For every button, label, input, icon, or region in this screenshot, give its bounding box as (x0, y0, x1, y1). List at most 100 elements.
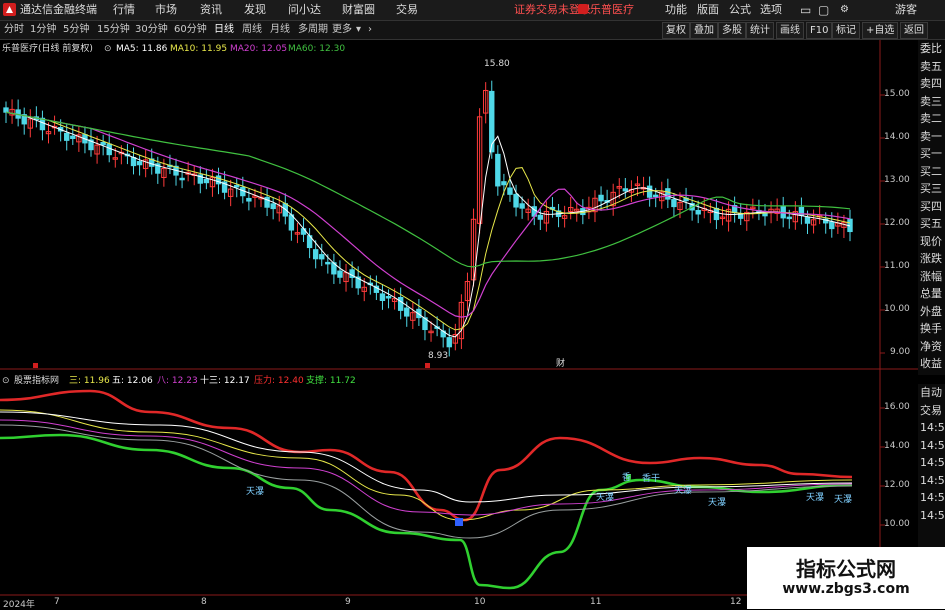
finance-marker[interactable]: 财 (556, 358, 565, 370)
chevron-right-icon[interactable]: › (368, 21, 372, 39)
kline-chart-canvas[interactable] (0, 40, 918, 609)
menu-quotes[interactable]: 行情 (113, 0, 135, 20)
candle-body (446, 337, 452, 348)
ma60-legend: MA60: 12.30 (288, 44, 346, 54)
indicator-name: 股票指标网 (14, 376, 60, 386)
watermark-url: www.zbgs3.com (782, 581, 910, 597)
f10-button[interactable]: F10 (806, 22, 833, 39)
date-tick: 9 (345, 597, 351, 607)
ma60-line (5, 111, 851, 268)
high-price-label: 15.80 (484, 59, 510, 69)
side-panel-item: 自动 (920, 386, 942, 399)
event-marker-icon[interactable] (33, 363, 38, 368)
tab-monthly[interactable]: 月线 (270, 21, 290, 39)
quote-side-panel: 委比 卖五 卖四 卖三 卖二 卖一 买一 买二 买三 买四 买五 现价 涨跌 涨幅 总量 外盘 换手 净资 收益 (918, 40, 945, 375)
menu-function[interactable]: 功能 (665, 0, 687, 20)
ma5-legend: MA5: 11.86 (116, 44, 168, 54)
menu-formula[interactable]: 公式 (729, 0, 751, 20)
indicator-13-legend: 十三: 12.17 (200, 376, 250, 386)
candle-body (495, 153, 501, 187)
menu-wealth[interactable]: 财富圈 (342, 0, 375, 20)
ma5-name: MA5 (116, 44, 136, 54)
menu-ask[interactable]: 问小达 (288, 0, 321, 20)
tab-1min[interactable]: 1分钟 (30, 21, 56, 39)
candle-body (713, 207, 720, 221)
tab-15min[interactable]: 15分钟 (97, 21, 130, 39)
candle-body (312, 249, 319, 260)
guest-label[interactable]: 游客 (895, 0, 917, 20)
period-toolbar: 分时 1分钟 5分钟 15分钟 30分钟 60分钟 日线 周线 月线 多周期 更… (0, 21, 945, 40)
moving-average-lines (5, 111, 851, 338)
event-marker-icon[interactable] (425, 363, 430, 368)
side-panel-item: 涨跌 (920, 252, 942, 265)
indicator-5-name: 五 (112, 376, 122, 386)
side-panel-item: 涨幅 (920, 269, 942, 283)
menu-news[interactable]: 资讯 (200, 0, 222, 20)
tab-30min[interactable]: 30分钟 (135, 21, 168, 39)
price-tick: 10.00 (884, 304, 910, 314)
signal-label: 香 (622, 473, 632, 483)
date-tick: 2024年 (3, 600, 35, 610)
adjust-button[interactable]: 复权 (662, 22, 690, 39)
draw-button[interactable]: 画线 (776, 22, 804, 39)
candle-body (3, 107, 9, 113)
menu-options[interactable]: 选项 (760, 0, 782, 20)
menu-discover[interactable]: 发现 (244, 0, 266, 20)
add-watchlist-button[interactable]: +自选 (862, 22, 899, 39)
tab-more[interactable]: 更多 (332, 21, 352, 39)
candle-body (829, 221, 835, 230)
back-button[interactable]: 返回 (900, 22, 928, 39)
candle-body (507, 187, 513, 195)
indicator-tick: 16.00 (884, 402, 910, 412)
signal-label: 天瀑 (708, 498, 727, 508)
date-tick: 11 (590, 597, 602, 607)
candle-body (695, 209, 701, 215)
indicator-3-legend: 三: 11.96 (69, 376, 110, 386)
stats-button[interactable]: 统计 (746, 22, 774, 39)
candle-body (337, 270, 343, 278)
tab-multi[interactable]: 多周期 (298, 21, 328, 39)
minimize-icon[interactable]: ▭ (800, 0, 811, 20)
ma-toggle-icon[interactable]: ⊙ (104, 43, 112, 55)
side-panel-item: 买四 (920, 199, 942, 213)
candle-body (537, 214, 544, 220)
side-panel-item: 卖五 (920, 59, 942, 73)
signal-label: 天瀑 (246, 487, 265, 497)
stock-link[interactable]: 乐普医疗 (590, 0, 634, 20)
indicator-8-name: 八 (157, 376, 167, 386)
side-panel-item: 外盘 (920, 304, 942, 318)
indicator-3-value: 11.96 (83, 376, 110, 386)
resistance-value: 12.40 (277, 376, 304, 386)
multi-stock-button[interactable]: 多股 (718, 22, 746, 39)
ma10-legend: MA10: 11.95 (170, 44, 228, 54)
ma20-legend: MA20: 12.05 (230, 44, 288, 54)
side-panel-item: 卖一 (920, 129, 942, 143)
indicator-13-line (0, 424, 853, 539)
side-panel-item: 买一 (920, 147, 942, 160)
title-bar: 通达信金融终端 行情 市场 资讯 发现 问小达 财富圈 交易 证券交易未登录 乐… (0, 0, 945, 21)
date-tick: 12 (730, 597, 742, 607)
indicator-toggle-icon[interactable]: ⊙ (2, 375, 10, 387)
price-tick: 13.00 (884, 175, 910, 185)
tab-weekly[interactable]: 周线 (242, 21, 262, 39)
mark-button[interactable]: 标记 (832, 22, 860, 39)
tab-daily[interactable]: 日线 (214, 21, 234, 39)
tab-60min[interactable]: 60分钟 (174, 21, 207, 39)
settings-icon[interactable]: ⚙ (840, 0, 849, 20)
tab-5min[interactable]: 5分钟 (63, 21, 89, 39)
menu-layout[interactable]: 版面 (697, 0, 719, 20)
menu-market[interactable]: 市场 (155, 0, 177, 20)
chevron-down-icon[interactable]: ▾ (356, 21, 361, 39)
candle-body (234, 184, 240, 188)
restore-icon[interactable]: ▢ (818, 0, 829, 20)
watermark-banner: 指标公式网 www.zbgs3.com (747, 547, 945, 609)
side-panel-item: 委比 (920, 42, 942, 55)
overlay-button[interactable]: 叠加 (690, 22, 718, 39)
menu-trade[interactable]: 交易 (396, 0, 418, 20)
side-panel-item: 买五 (920, 217, 942, 230)
indicator-tick: 14.00 (884, 441, 910, 451)
tab-timeshare[interactable]: 分时 (4, 21, 24, 39)
price-tick: 14.00 (884, 132, 910, 142)
candle-body (270, 203, 276, 210)
resistance-name: 压力 (254, 376, 273, 386)
